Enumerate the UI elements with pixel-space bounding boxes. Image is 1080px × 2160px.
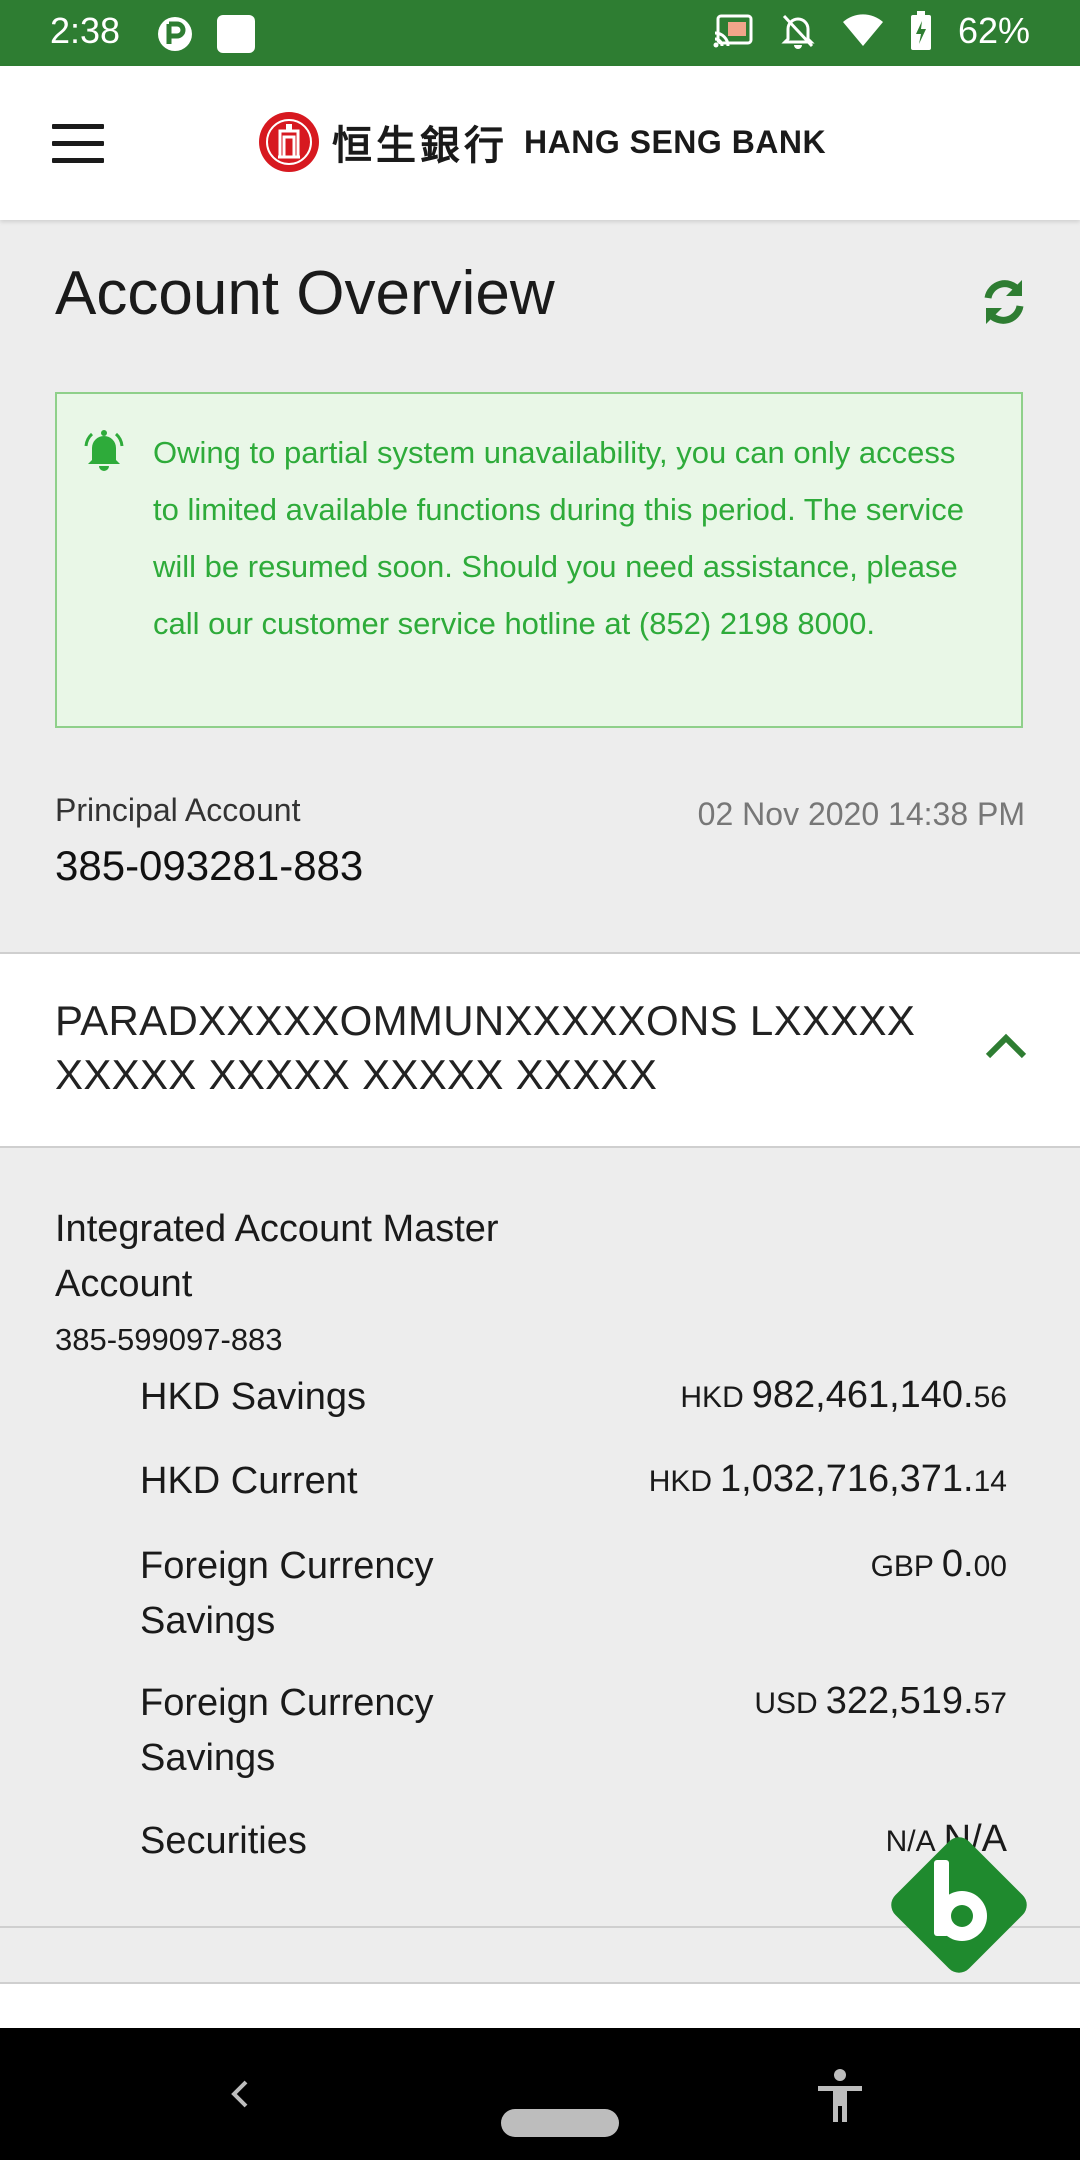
menu-icon: [52, 124, 104, 129]
brand-name-chinese: 恒生銀行: [332, 122, 508, 169]
divider: [0, 1146, 1080, 1148]
amount-integer: 1,032,716,371.: [720, 1458, 974, 1500]
account-balance: GBP 0.00: [871, 1543, 1007, 1586]
blank-notification-icon: [215, 13, 257, 55]
account-label: HKD Current: [140, 1460, 358, 1502]
last-updated-timestamp: 02 Nov 2020 14:38 PM: [697, 796, 1025, 832]
account-label: Foreign Currency Savings: [140, 1545, 434, 1642]
floating-assistant-button[interactable]: [880, 1826, 1038, 1984]
bell-icon: [84, 430, 124, 471]
b-logo-icon: [891, 1837, 1027, 1973]
amount-integer: 0.: [941, 1543, 974, 1585]
bell-off-icon: [780, 12, 816, 50]
next-section-edge: [0, 1984, 1080, 2028]
brand-logo: 恒生銀行 HANG SENG BANK: [258, 111, 826, 173]
principal-account-label: Principal Account: [55, 792, 301, 828]
account-master-number: 385-599097-883: [55, 1322, 283, 1357]
hang-seng-logo-icon: [259, 112, 319, 172]
currency-code: HKD: [648, 1465, 713, 1498]
refresh-button[interactable]: [978, 276, 1030, 328]
notice-text: Owing to partial system unavailability, …: [153, 435, 965, 641]
collapse-button[interactable]: [984, 1030, 1028, 1060]
battery-percent: 62%: [957, 10, 1030, 51]
brand-name-english: HANG SENG BANK: [524, 123, 827, 160]
account-balance: HKD 1,032,716,371.14: [649, 1458, 1007, 1501]
currency-code: USD: [754, 1687, 818, 1720]
amount-integer: 322,519.: [825, 1680, 974, 1722]
status-time: 2:38: [50, 10, 121, 51]
system-nav-bar: [0, 2028, 1080, 2160]
page-title: Account Overview: [55, 259, 555, 328]
home-pill-button[interactable]: [501, 2109, 619, 2137]
currency-code: HKD: [680, 1381, 744, 1414]
accessibility-icon: [818, 2069, 862, 2122]
amount-decimal: 14: [973, 1465, 1007, 1498]
system-notice: Owing to partial system unavailability, …: [55, 392, 1023, 728]
menu-button[interactable]: [52, 124, 104, 164]
currency-code: GBP: [870, 1550, 934, 1583]
wifi-icon: [842, 14, 884, 48]
account-balance: USD 322,519.57: [754, 1680, 1007, 1723]
principal-account-number: 385-093281-883: [55, 842, 364, 889]
amount-decimal: 57: [973, 1687, 1007, 1720]
amount-integer: 982,461,140.: [751, 1374, 974, 1416]
battery-charging-icon: [910, 11, 932, 51]
accessibility-button[interactable]: [814, 2068, 866, 2124]
account-master-title: Integrated Account Master Account: [55, 1208, 499, 1305]
back-chevron-icon: [231, 2080, 248, 2108]
customer-name: PARADXXXXXOMMUNXXXXXONS LXXXXX XXXXX XXX…: [55, 997, 916, 1098]
status-right-icons: 62%: [712, 10, 1030, 52]
account-balance: HKD 982,461,140.56: [680, 1374, 1007, 1417]
account-label: HKD Savings: [140, 1376, 366, 1418]
back-button[interactable]: [220, 2074, 260, 2114]
amount-decimal: 00: [973, 1550, 1007, 1583]
account-label: Securities: [140, 1820, 307, 1862]
customer-panel[interactable]: PARADXXXXXOMMUNXXXXXONS LXXXXX XXXXX XXX…: [0, 954, 1080, 1146]
app-notification-icon: [155, 13, 195, 55]
refresh-icon: [984, 280, 1024, 324]
chevron-up-icon: [985, 1033, 1027, 1059]
account-label: Foreign Currency Savings: [140, 1682, 434, 1779]
status-left-icons: [155, 13, 257, 55]
app-header: 恒生銀行 HANG SENG BANK: [0, 66, 1080, 220]
amount-decimal: 56: [973, 1381, 1007, 1414]
cast-icon: [712, 13, 754, 49]
status-bar: 2:38 62%: [0, 0, 1080, 66]
